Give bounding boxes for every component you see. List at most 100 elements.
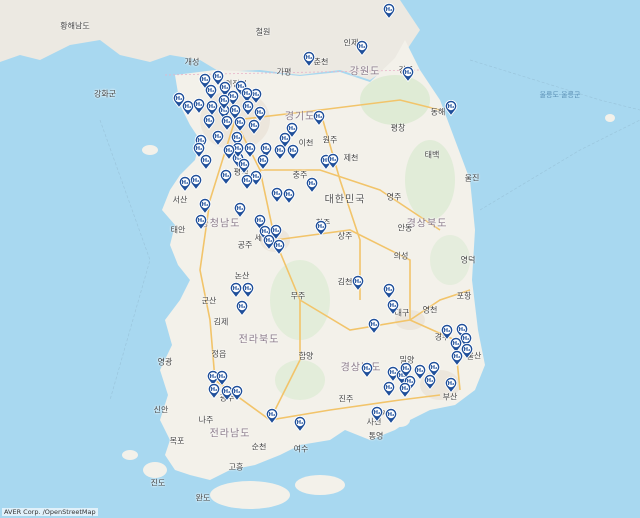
base-map: [0, 0, 640, 509]
place-label: 태백: [424, 150, 440, 160]
hydrogen-station-pin-icon[interactable]: H₂: [220, 115, 234, 131]
place-label: 여수: [293, 444, 309, 454]
hydrogen-station-pin-icon[interactable]: H₂: [367, 318, 381, 334]
hydrogen-station-pin-icon[interactable]: H₂: [370, 406, 384, 422]
hydrogen-station-pin-icon[interactable]: H₂: [302, 51, 316, 67]
svg-text:H₂: H₂: [223, 173, 230, 179]
place-label: 철원: [255, 27, 271, 37]
place-label: 진주: [338, 394, 354, 404]
hydrogen-station-pin-icon[interactable]: H₂: [450, 350, 464, 366]
hydrogen-station-pin-icon[interactable]: H₂: [444, 100, 458, 116]
svg-text:H₂: H₂: [232, 108, 239, 114]
place-label: 안동: [397, 223, 413, 233]
hydrogen-station-pin-icon[interactable]: H₂: [194, 214, 208, 230]
hydrogen-station-pin-icon[interactable]: H₂: [312, 110, 326, 126]
svg-text:H₂: H₂: [330, 157, 337, 163]
svg-text:H₂: H₂: [196, 102, 203, 108]
svg-text:H₂: H₂: [202, 77, 209, 83]
svg-text:H₂: H₂: [198, 218, 205, 224]
hydrogen-station-pin-icon[interactable]: H₂: [398, 382, 412, 398]
svg-text:H₂: H₂: [316, 114, 323, 120]
hydrogen-station-pin-icon[interactable]: H₂: [326, 153, 340, 169]
hydrogen-station-pin-icon[interactable]: H₂: [386, 299, 400, 315]
hydrogen-station-pin-icon[interactable]: H₂: [440, 324, 454, 340]
place-label: 논산: [234, 271, 250, 281]
hydrogen-station-pin-icon[interactable]: H₂: [314, 220, 328, 236]
svg-text:H₂: H₂: [234, 135, 241, 141]
place-label: 춘천: [313, 57, 329, 67]
svg-text:H₂: H₂: [244, 91, 251, 97]
hydrogen-station-pin-icon[interactable]: H₂: [192, 142, 206, 158]
hydrogen-station-pin-icon[interactable]: H₂: [382, 283, 396, 299]
hydrogen-station-pin-icon[interactable]: H₂: [233, 116, 247, 132]
svg-text:H₂: H₂: [444, 328, 451, 334]
hydrogen-station-pin-icon[interactable]: H₂: [351, 275, 365, 291]
place-label: 군산: [201, 296, 217, 306]
svg-text:H₂: H₂: [359, 44, 366, 50]
place-label: 순천: [251, 442, 267, 452]
svg-text:H₂: H₂: [211, 387, 218, 393]
hydrogen-station-pin-icon[interactable]: H₂: [240, 174, 254, 190]
hydrogen-station-pin-icon[interactable]: H₂: [382, 381, 396, 397]
svg-text:H₂: H₂: [251, 123, 258, 129]
svg-text:H₂: H₂: [245, 286, 252, 292]
svg-text:H₂: H₂: [306, 55, 313, 61]
hydrogen-station-pin-icon[interactable]: H₂: [272, 239, 286, 255]
hydrogen-station-pin-icon[interactable]: H₂: [305, 177, 319, 193]
svg-text:H₂: H₂: [237, 206, 244, 212]
hydrogen-station-pin-icon[interactable]: H₂: [243, 142, 257, 158]
hydrogen-station-pin-icon[interactable]: H₂: [355, 40, 369, 56]
hydrogen-station-pin-icon[interactable]: H₂: [282, 188, 296, 204]
svg-text:H₂: H₂: [230, 94, 237, 100]
hydrogen-station-pin-icon[interactable]: H₂: [207, 383, 221, 399]
svg-text:H₂: H₂: [276, 243, 283, 249]
svg-text:H₂: H₂: [253, 92, 260, 98]
hydrogen-station-pin-icon[interactable]: H₂: [401, 66, 415, 82]
map-canvas[interactable]: 황해남도철원인제강원도개성의정부가평춘천강릉강화군경기도원주평창평택이천제천태백…: [0, 0, 640, 518]
hydrogen-station-pin-icon[interactable]: H₂: [222, 144, 236, 160]
place-label: 완도: [195, 493, 211, 503]
hydrogen-station-pin-icon[interactable]: H₂: [293, 416, 307, 432]
place-label: 강화군: [93, 89, 117, 99]
place-label: 황해남도: [60, 21, 90, 31]
hydrogen-station-pin-icon[interactable]: H₂: [219, 169, 233, 185]
hydrogen-station-pin-icon[interactable]: H₂: [178, 176, 192, 192]
hydrogen-station-pin-icon[interactable]: H₂: [247, 119, 261, 135]
svg-text:H₂: H₂: [386, 287, 393, 293]
svg-text:H₂: H₂: [403, 366, 410, 372]
svg-text:H₂: H₂: [282, 136, 289, 142]
hydrogen-station-pin-icon[interactable]: H₂: [202, 114, 216, 130]
place-label: 평창: [390, 123, 406, 133]
hydrogen-station-pin-icon[interactable]: H₂: [278, 132, 292, 148]
hydrogen-station-pin-icon[interactable]: H₂: [204, 84, 218, 100]
hydrogen-station-pin-icon[interactable]: H₂: [265, 408, 279, 424]
svg-text:H₂: H₂: [257, 110, 264, 116]
hydrogen-station-pin-icon[interactable]: H₂: [423, 374, 437, 390]
svg-text:H₂: H₂: [454, 354, 461, 360]
svg-text:H₂: H₂: [290, 148, 297, 154]
hydrogen-station-pin-icon[interactable]: H₂: [241, 282, 255, 298]
place-label: 강원도: [349, 66, 381, 78]
hydrogen-station-pin-icon[interactable]: H₂: [384, 408, 398, 424]
hydrogen-station-pin-icon[interactable]: H₂: [360, 362, 374, 378]
svg-text:H₂: H₂: [405, 70, 412, 76]
hydrogen-station-pin-icon[interactable]: H₂: [230, 385, 244, 401]
place-label: 태안: [170, 225, 186, 235]
hydrogen-station-pin-icon[interactable]: H₂: [217, 94, 231, 110]
place-label: 영덕: [460, 255, 476, 265]
svg-text:H₂: H₂: [221, 98, 228, 104]
hydrogen-station-pin-icon[interactable]: H₂: [399, 362, 413, 378]
svg-text:H₂: H₂: [388, 412, 395, 418]
map-attribution: AVER Corp. /OpenStreetMap: [2, 508, 98, 516]
svg-text:H₂: H₂: [208, 88, 215, 94]
hydrogen-station-pin-icon[interactable]: H₂: [192, 98, 206, 114]
hydrogen-station-pin-icon[interactable]: H₂: [198, 198, 212, 214]
svg-text:H₂: H₂: [235, 146, 242, 152]
hydrogen-station-pin-icon[interactable]: H₂: [444, 377, 458, 393]
place-label: 영천: [422, 305, 438, 315]
hydrogen-station-pin-icon[interactable]: H₂: [235, 300, 249, 316]
place-label: 목포: [169, 436, 185, 446]
hydrogen-station-pin-icon[interactable]: H₂: [256, 154, 270, 170]
hydrogen-station-pin-icon[interactable]: H₂: [233, 202, 247, 218]
hydrogen-station-pin-icon[interactable]: H₂: [382, 3, 396, 19]
